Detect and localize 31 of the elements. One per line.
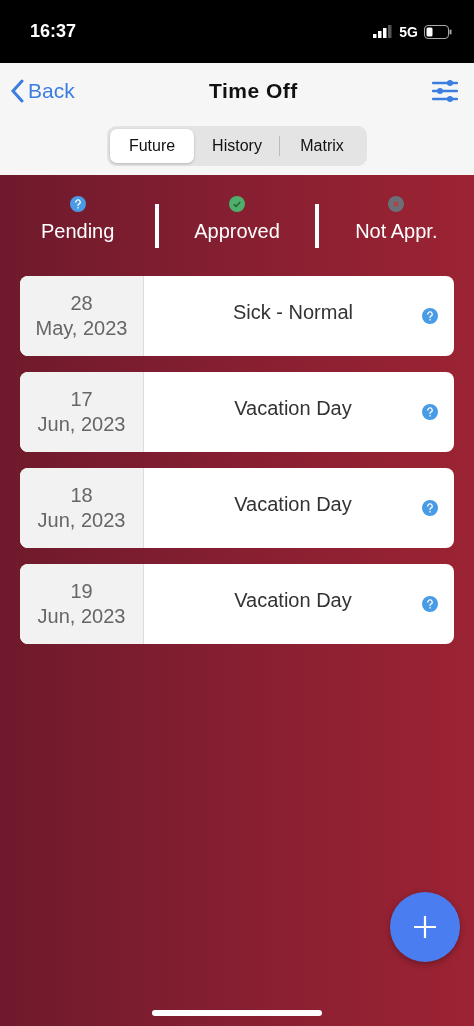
leave-type: Sick - Normal <box>232 300 354 324</box>
leave-type: Vacation Day <box>233 492 353 516</box>
legend-label: Not Appr. <box>355 219 438 243</box>
chevron-left-icon <box>10 79 24 103</box>
date-day: 17 <box>70 388 93 411</box>
leave-type: Vacation Day <box>233 588 353 612</box>
date-day: 18 <box>70 484 93 507</box>
page-title: Time Off <box>208 79 298 103</box>
tab[interactable]: Future <box>110 129 194 163</box>
leave-type: Vacation Day <box>233 396 353 420</box>
battery-icon <box>424 24 452 39</box>
request-card[interactable]: 17 Jun, 2023 Vacation Day <box>20 372 454 452</box>
signal-icon <box>373 25 394 38</box>
request-card[interactable]: 19 Jun, 2023 Vacation Day <box>20 564 454 644</box>
legend-label: Pending <box>40 219 115 243</box>
date-day: 19 <box>70 580 93 603</box>
network-label: 5G <box>399 23 418 40</box>
plus-icon <box>413 915 437 939</box>
request-card[interactable]: 18 Jun, 2023 Vacation Day <box>20 468 454 548</box>
back-button[interactable]: Back <box>10 79 75 103</box>
date-month-year: Jun, 2023 <box>37 413 126 436</box>
date-month-year: May, 2023 <box>35 317 128 340</box>
date-month-year: Jun, 2023 <box>37 509 126 532</box>
tab[interactable]: Matrix <box>280 129 364 163</box>
date-day: 28 <box>70 292 93 315</box>
status-time: 16:37 <box>30 21 77 42</box>
filter-sliders-icon[interactable] <box>432 80 458 102</box>
date-month-year: Jun, 2023 <box>37 605 126 628</box>
request-card[interactable]: 28 May, 2023 Sick - Normal <box>20 276 454 356</box>
legend-label: Approved <box>194 219 280 243</box>
tab[interactable]: History <box>195 129 279 163</box>
